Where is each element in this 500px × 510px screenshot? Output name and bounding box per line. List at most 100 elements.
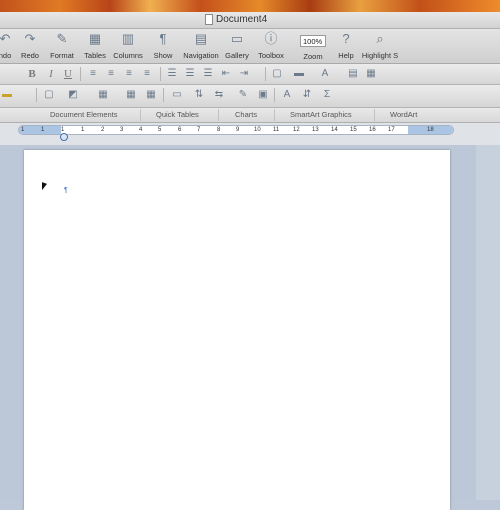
justify-icon[interactable]: ≡	[140, 67, 154, 81]
table-grid-icon[interactable]: ▦	[124, 88, 138, 102]
ruler-area: 1 1 1 1 2 3 4 5 6 7 8 9 10 11 12 13 14 1…	[0, 123, 500, 145]
gallery-icon: ▭	[230, 31, 244, 46]
tab-document-elements[interactable]: Document Elements	[50, 110, 118, 119]
ruler-number: 5	[158, 127, 162, 133]
picture-icon[interactable]: ▣	[256, 88, 270, 102]
gallery-button[interactable]: ▭ Gallery	[223, 31, 251, 60]
shading-icon[interactable]: ◩	[66, 88, 80, 102]
divider	[160, 67, 161, 81]
help-button[interactable]: ? Help	[335, 31, 357, 60]
drawing-toolbar: ▬ ▢ ◩ ▦ ▦ ▦ ▭ ⇅ ⇆ ✎ ▣ A ⇵ Σ	[0, 85, 500, 108]
ribbon-tab-bar: Document Elements Quick Tables Charts Sm…	[0, 108, 500, 123]
shape-icon[interactable]: ▭	[170, 88, 184, 102]
divider	[265, 67, 266, 81]
align-right-icon[interactable]: ≡	[122, 67, 136, 81]
sort-icon[interactable]: ⇵	[300, 88, 314, 102]
ruler-number: 12	[293, 127, 300, 133]
window-title: Document4	[216, 14, 268, 25]
show-button[interactable]: ¶ Show	[151, 31, 175, 60]
text-effects-icon[interactable]: A	[280, 88, 294, 102]
left-margin-shade	[19, 126, 61, 134]
ruler-number: 1	[21, 127, 25, 133]
tables-button[interactable]: ▦ Tables	[82, 31, 108, 60]
zoom-field[interactable]: 100%	[300, 35, 326, 47]
highlight-color-icon[interactable]: ▬	[292, 67, 306, 81]
mouse-pointer-icon	[42, 182, 47, 192]
styles-pane-icon[interactable]: ▦	[364, 67, 378, 81]
styles-icon[interactable]: ▤	[346, 67, 360, 81]
help-icon: ?	[342, 31, 350, 46]
table-grid-icon[interactable]: ▦	[144, 88, 158, 102]
ruler-number: 17	[388, 127, 395, 133]
redo-button[interactable]: ↷ Redo	[18, 31, 42, 60]
ruler-number: 3	[120, 127, 124, 133]
divider	[374, 109, 375, 121]
ruler-number: 15	[350, 127, 357, 133]
divider	[274, 109, 275, 121]
underline-button[interactable]: U	[61, 67, 75, 81]
columns-button[interactable]: ▥ Columns	[111, 31, 145, 60]
horizontal-ruler[interactable]: 1 1 1 1 2 3 4 5 6 7 8 9 10 11 12 13 14 1…	[18, 125, 454, 135]
indent-marker[interactable]	[60, 133, 68, 141]
format-button[interactable]: ✎ Format	[48, 31, 76, 60]
increase-indent-icon[interactable]: ⇥	[237, 67, 251, 81]
insert-table-icon[interactable]: ▦	[96, 88, 110, 102]
toolbox-label: Toolbox	[258, 51, 284, 60]
title-bar: Document4	[0, 12, 500, 29]
highlight-label: Highlight S	[361, 51, 399, 60]
tab-smartart-graphics[interactable]: SmartArt Graphics	[290, 110, 352, 119]
ruler-number: 4	[139, 127, 143, 133]
align-objects-icon[interactable]: ⇆	[212, 88, 226, 102]
divider	[163, 88, 164, 102]
format-label: Format	[50, 51, 74, 60]
ruler-number: 13	[312, 127, 319, 133]
highlight-button[interactable]: ⌕ Highlight S	[358, 31, 402, 60]
bold-button[interactable]: B	[25, 67, 39, 81]
help-label: Help	[338, 51, 354, 60]
decrease-indent-icon[interactable]: ⇤	[219, 67, 233, 81]
tab-wordart[interactable]: WordArt	[390, 110, 417, 119]
divider	[274, 88, 275, 102]
columns-icon: ▥	[121, 31, 135, 46]
align-center-icon[interactable]: ≡	[104, 67, 118, 81]
numbering-icon[interactable]: ☰	[183, 67, 197, 81]
toolbox-button[interactable]: ⓘ Toolbox	[254, 31, 288, 60]
line-color-icon[interactable]: ▬	[0, 88, 14, 102]
navigation-pane-icon: ▤	[194, 31, 208, 46]
ruler-number: 16	[369, 127, 376, 133]
desktop-background	[0, 0, 500, 12]
border-box-icon[interactable]: ▢	[42, 88, 56, 102]
vertical-scrollbar[interactable]	[476, 145, 500, 500]
ruler-number: 6	[178, 127, 182, 133]
tab-charts[interactable]: Charts	[235, 110, 257, 119]
sum-icon[interactable]: Σ	[320, 88, 334, 102]
zoom-control[interactable]: 100% Zoom	[294, 31, 332, 61]
bullets-icon[interactable]: ☰	[165, 67, 179, 81]
multilevel-list-icon[interactable]: ☰	[201, 67, 215, 81]
divider	[140, 109, 141, 121]
ruler-number: 14	[331, 127, 338, 133]
arrange-icon[interactable]: ⇅	[192, 88, 206, 102]
align-left-icon[interactable]: ≡	[86, 67, 100, 81]
document-page[interactable]	[24, 150, 450, 510]
redo-label: Redo	[21, 51, 39, 60]
divider	[36, 88, 37, 102]
document-icon	[205, 14, 213, 25]
styles-icon[interactable]: ✎	[236, 88, 250, 102]
redo-icon: ↷	[24, 31, 36, 46]
ruler-number: 9	[236, 127, 240, 133]
ruler-number: 18	[427, 127, 434, 133]
borders-icon[interactable]: ▢	[270, 67, 284, 81]
font-color-icon[interactable]: A	[318, 67, 332, 81]
tab-quick-tables[interactable]: Quick Tables	[156, 110, 199, 119]
undo-label: ndo	[0, 51, 12, 60]
navigation-button[interactable]: ▤ Navigation	[180, 31, 222, 60]
gallery-label: Gallery	[225, 51, 249, 60]
undo-button[interactable]: ↶ ndo	[0, 31, 14, 60]
navigation-label: Navigation	[183, 51, 219, 60]
ruler-number: 1	[41, 127, 45, 133]
italic-button[interactable]: I	[44, 67, 58, 81]
divider	[218, 109, 219, 121]
show-label: Show	[153, 51, 173, 60]
format-brush-icon: ✎	[56, 31, 68, 46]
